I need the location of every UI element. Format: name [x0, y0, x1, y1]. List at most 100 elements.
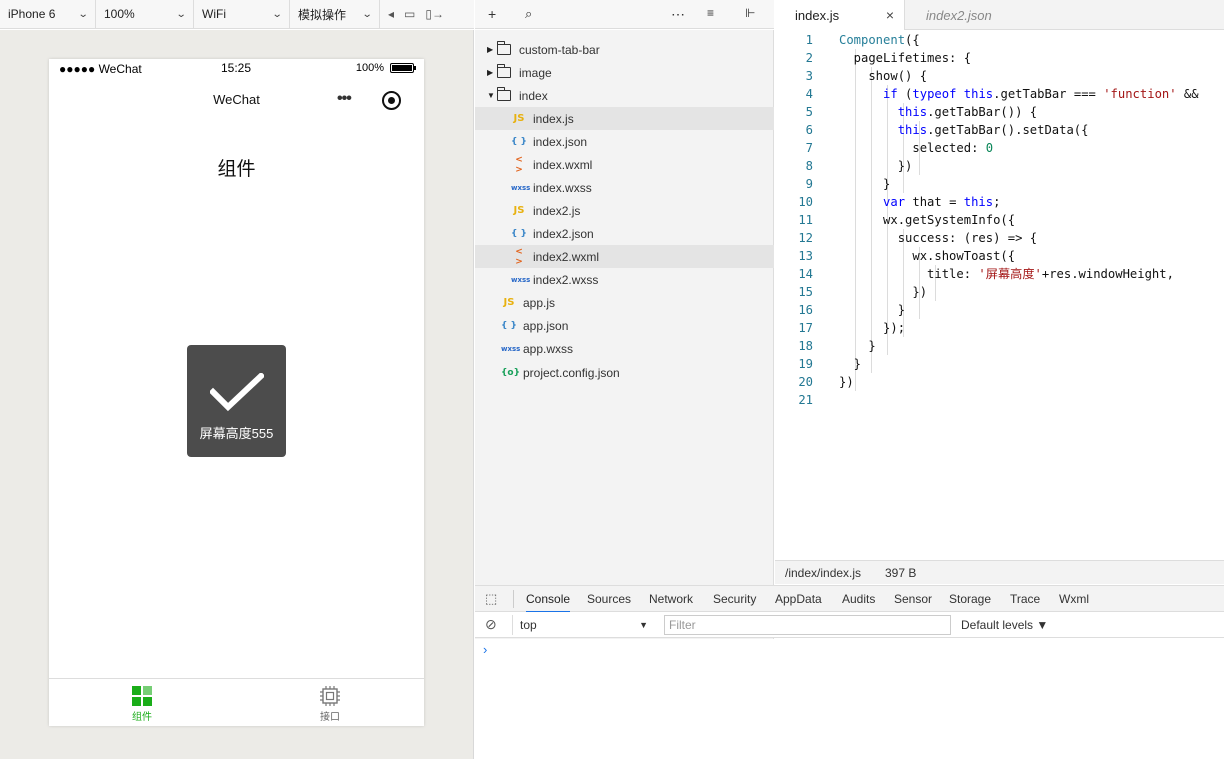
battery-fill [392, 65, 412, 71]
operation-select[interactable]: 模拟操作 ⌄ [290, 0, 380, 29]
tree-label: index.wxml [533, 157, 593, 172]
tab-index2-json[interactable]: index2.json [906, 0, 1012, 30]
page-title: 组件 [217, 159, 256, 180]
tree-file-app-js[interactable]: JS app.js [475, 291, 774, 314]
close-capsule-icon[interactable] [382, 91, 401, 110]
code-line: 21 [775, 391, 1224, 409]
device-select[interactable]: iPhone 6 ⌄ [0, 0, 96, 29]
filter-input[interactable]: Filter [664, 615, 951, 635]
collapse-icon[interactable]: ≡ [707, 6, 714, 20]
line-number: 1 [805, 33, 813, 47]
tab-sources[interactable]: Sources [587, 592, 631, 606]
tab-sensor[interactable]: Sensor [894, 592, 932, 606]
console-output[interactable]: › [475, 639, 1224, 759]
tab-audits[interactable]: Audits [842, 592, 875, 606]
wxss-file-icon: wxss [511, 275, 531, 284]
tree-file-app-wxss[interactable]: wxss app.wxss [475, 337, 774, 360]
context-label: top [520, 618, 537, 632]
file-path: /index/index.js [785, 566, 862, 580]
code-line: 6 this.getTabBar().setData({ [775, 121, 1224, 139]
code-text: Component({ [839, 33, 920, 47]
code-line: 15 }) [775, 283, 1224, 301]
tab-appdata[interactable]: AppData [775, 592, 822, 606]
tab-components[interactable]: 组件 [112, 685, 172, 723]
rotate-icon[interactable]: ▭ [404, 7, 415, 21]
code-line: 1 Component({ [775, 31, 1224, 49]
phone-screen: ●●●●● WeChat 15:25 100% WeChat ••• 组件 屏幕… [49, 59, 424, 726]
add-file-icon[interactable]: + [488, 6, 496, 22]
editor-status-bar: /index/index.js 397 B [775, 560, 1224, 584]
tree-label: index.wxss [533, 180, 592, 195]
code-editor[interactable]: 1 Component({2 pageLifetimes: {3 show() {… [775, 30, 1224, 559]
tree-label: index.json [533, 134, 588, 149]
tree-label: index.js [533, 111, 574, 126]
tree-file-index-js[interactable]: JS index.js [475, 107, 774, 130]
more-menu-icon[interactable]: ••• [337, 90, 352, 108]
code-text: title: '屏幕高度'+res.windowHeight, [839, 267, 1174, 281]
close-icon[interactable]: × [886, 7, 894, 23]
tree-file-index-wxml[interactable]: < > index.wxml [475, 153, 774, 176]
tab-api[interactable]: 接口 [300, 685, 360, 723]
tree-file-project-config[interactable]: {o} project.config.json [475, 361, 774, 384]
tree-folder-custom-tab-bar[interactable]: ▶ custom-tab-bar [475, 38, 774, 61]
line-number: 3 [805, 69, 813, 83]
tab-security[interactable]: Security [713, 592, 756, 606]
code-line: 13 wx.showToast({ [775, 247, 1224, 265]
levels-select[interactable]: Default levels ▼ [961, 618, 1048, 632]
line-number: 15 [798, 285, 813, 299]
line-number: 6 [805, 123, 813, 137]
line-number: 13 [798, 249, 813, 263]
caret-down-icon: ▼ [639, 620, 648, 630]
tree-file-index-json[interactable]: { } index.json [475, 130, 774, 153]
more-icon[interactable]: ⋯ [671, 6, 685, 23]
console-filter-bar: ⊘ top ▼ Filter Default levels ▼ [475, 612, 1224, 638]
tree-folder-image[interactable]: ▶ image [475, 61, 774, 84]
json-file-icon: { } [511, 136, 527, 147]
line-number: 12 [798, 231, 813, 245]
tab-wxml[interactable]: Wxml [1059, 592, 1089, 606]
console-prompt[interactable]: › [483, 642, 487, 657]
status-time: 15:25 [221, 61, 252, 75]
code-text: pageLifetimes: { [839, 51, 972, 65]
tree-label: index2.wxss [533, 272, 599, 287]
editor-tabs: index.js × index2.json [775, 0, 1224, 30]
checkmark-icon [210, 373, 264, 412]
context-select[interactable]: top ▼ [512, 615, 652, 635]
code-line: 18 } [775, 337, 1224, 355]
config-file-icon: {o} [501, 367, 520, 378]
tree-file-index2-wxml[interactable]: < > index2.wxml [475, 245, 774, 268]
detach-icon[interactable]: ▯→ [425, 7, 444, 21]
zoom-select[interactable]: 100% ⌄ [96, 0, 194, 29]
inspect-element-icon[interactable]: ⬚ [485, 591, 497, 607]
network-label: WiFi [202, 7, 226, 21]
tab-console[interactable]: Console [526, 592, 571, 613]
folder-icon [497, 64, 511, 78]
split-icon[interactable]: ⊩ [745, 6, 755, 20]
nav-bar: WeChat ••• [49, 81, 424, 121]
code-text: if (typeof this.getTabBar === 'function'… [883, 87, 1199, 101]
code-line: 11 wx.getSystemInfo({ [775, 211, 1224, 229]
tree-folder-index[interactable]: ▼ index [475, 84, 774, 107]
code-line: 17 }); [775, 319, 1224, 337]
components-icon [132, 686, 152, 706]
tree-file-index2-js[interactable]: JS index2.js [475, 199, 774, 222]
volume-icon[interactable]: ◂ [388, 7, 394, 21]
tab-index-js[interactable]: index.js × [775, 0, 905, 30]
code-text: show() { [839, 69, 928, 83]
tree-file-app-json[interactable]: { } app.json [475, 314, 774, 337]
divider [513, 590, 514, 608]
tab-storage[interactable]: Storage [949, 592, 991, 606]
line-number: 20 [798, 375, 813, 389]
tree-label: image [519, 65, 552, 80]
tree-file-index2-wxss[interactable]: wxss index2.wxss [475, 268, 774, 291]
tab-trace[interactable]: Trace [1010, 592, 1040, 606]
api-chip-icon [320, 686, 340, 706]
tree-file-index-wxss[interactable]: wxss index.wxss [475, 176, 774, 199]
tree-file-index2-json[interactable]: { } index2.json [475, 222, 774, 245]
network-select[interactable]: WiFi ⌄ [194, 0, 290, 29]
line-number: 9 [805, 177, 813, 191]
tab-network[interactable]: Network [649, 592, 693, 606]
code-text: selected: 0 [839, 141, 994, 155]
clear-console-icon[interactable]: ⊘ [485, 616, 497, 633]
search-icon[interactable]: ⌕ [525, 6, 532, 22]
